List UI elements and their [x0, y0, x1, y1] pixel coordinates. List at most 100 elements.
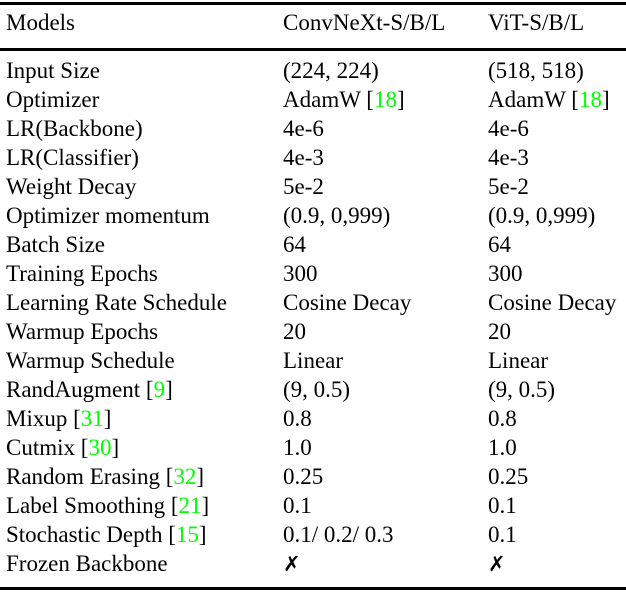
convnext-value-text: 0.25 [283, 464, 324, 489]
row-label: Training Epochs [0, 262, 277, 291]
citation-link[interactable]: 15 [176, 522, 199, 547]
citation-bracket-open: [ [73, 406, 81, 431]
citation-bracket-close: ] [103, 406, 112, 431]
citation-bracket-open: [ [571, 87, 579, 112]
vit-value-text: Linear [488, 348, 549, 373]
training-hyperparameters-table: Models ConvNeXt-S/B/L ViT-S/B/L Input Si… [0, 2, 626, 610]
table-body: Input Size (224, 224) (518, 518) Optimizer A… [0, 48, 626, 587]
table-bottom-rule [0, 587, 626, 590]
row-label-text: Training Epochs [6, 261, 158, 286]
row-label: Random Erasing [32] [0, 465, 277, 494]
convnext-value: 0.1 [277, 494, 482, 523]
convnext-value: Cosine Decay [277, 291, 482, 320]
convnext-value: (224, 224) [277, 48, 482, 88]
vit-value: 4e-3 [482, 146, 626, 175]
vit-value: Linear [482, 349, 626, 378]
vit-value-text: 4e-3 [488, 145, 529, 170]
vit-value-text: 0.1 [488, 493, 517, 518]
citation-bracket-open: [ [170, 493, 179, 518]
row-label: LR(Backbone) [0, 117, 277, 146]
vit-value: 4e-6 [482, 117, 626, 146]
table-header: Models ConvNeXt-S/B/L ViT-S/B/L [0, 5, 626, 48]
citation-link[interactable]: 30 [88, 435, 111, 460]
row-label-text: Input Size [6, 58, 100, 83]
vit-value: AdamW [18] [482, 88, 626, 117]
citation-link[interactable]: 21 [179, 493, 202, 518]
citation-bracket-close: ] [196, 464, 205, 489]
vit-value-text: ✗ [488, 552, 506, 576]
vit-value-text: (518, 518) [488, 58, 584, 83]
vit-value-text: 5e-2 [488, 174, 529, 199]
convnext-value: AdamW [18] [277, 88, 482, 117]
vit-value-text: 0.1 [488, 522, 517, 547]
convnext-value: 0.8 [277, 407, 482, 436]
row-label-text: LR(Backbone) [6, 116, 143, 141]
citation-link[interactable]: 18 [374, 87, 397, 112]
vit-value-text: Cosine Decay [488, 290, 617, 315]
vit-value: ✗ [482, 552, 626, 587]
vit-value: Cosine Decay [482, 291, 626, 320]
table-row: Training Epochs 300 300 [0, 262, 626, 291]
citation-bracket-close: ] [198, 522, 207, 547]
vit-value: 0.1 [482, 494, 626, 523]
convnext-value: 300 [277, 262, 482, 291]
table-row: Warmup Schedule Linear Linear [0, 349, 626, 378]
row-label: Stochastic Depth [15] [0, 523, 277, 552]
column-header-vit: ViT-S/B/L [488, 10, 585, 35]
row-label-text: Learning Rate Schedule [6, 290, 227, 315]
table-row: Optimizer AdamW [18] AdamW [18] [0, 88, 626, 117]
row-label: LR(Classifier) [0, 146, 277, 175]
row-label: Frozen Backbone [0, 552, 277, 587]
row-label: Optimizer [0, 88, 277, 117]
vit-value: 0.8 [482, 407, 626, 436]
table-row: Learning Rate Schedule Cosine Decay Cosine… [0, 291, 626, 320]
table-row: LR(Backbone) 4e-6 4e-6 [0, 117, 626, 146]
row-label-text: LR(Classifier) [6, 145, 139, 170]
citation-link[interactable]: 31 [81, 406, 104, 431]
row-label-text: Weight Decay [6, 174, 137, 199]
column-header-models: Models [6, 10, 75, 35]
citation-bracket-close: ] [201, 493, 210, 518]
convnext-value-text: 0.1 [283, 493, 312, 518]
convnext-value-text: (224, 224) [283, 58, 379, 83]
convnext-value-text: 0.1/ 0.2/ 0.3 [283, 522, 394, 547]
vit-value-text: 0.25 [488, 464, 529, 489]
table-row: LR(Classifier) 4e-3 4e-3 [0, 146, 626, 175]
row-label: Label Smoothing [21] [0, 494, 277, 523]
table-row: Warmup Epochs 20 20 [0, 320, 626, 349]
row-label: RandAugment [9] [0, 378, 277, 407]
table-row: RandAugment [9] (9, 0.5) (9, 0.5) [0, 378, 626, 407]
row-label-text: Warmup Epochs [6, 319, 159, 344]
row-label: Learning Rate Schedule [0, 291, 277, 320]
column-header-convnext: ConvNeXt-S/B/L [283, 10, 446, 35]
convnext-value-text: 64 [283, 232, 306, 257]
convnext-value: Linear [277, 349, 482, 378]
convnext-value-text: 0.8 [283, 406, 312, 431]
row-label: Input Size [0, 48, 277, 88]
vit-value-text: 300 [488, 261, 523, 286]
citation-bracket-close: ] [396, 87, 405, 112]
row-label: Warmup Epochs [0, 320, 277, 349]
convnext-value-text: (9, 0.5) [283, 377, 351, 402]
citation-bracket-close: ] [601, 87, 610, 112]
citation-bracket-open: [ [366, 87, 374, 112]
vit-value: 1.0 [482, 436, 626, 465]
citation-link[interactable]: 32 [173, 464, 196, 489]
convnext-value: 20 [277, 320, 482, 349]
vit-value: 300 [482, 262, 626, 291]
vit-value-text: 64 [488, 232, 511, 257]
citation-link[interactable]: 9 [154, 377, 166, 402]
table-row: Batch Size 64 64 [0, 233, 626, 262]
vit-value: (9, 0.5) [482, 378, 626, 407]
row-label-text: Mixup [6, 406, 68, 431]
table-row: Optimizer momentum (0.9, 0,999) (0.9, 0,99… [0, 204, 626, 233]
header-row: Models ConvNeXt-S/B/L ViT-S/B/L [0, 5, 626, 48]
citation-link[interactable]: 18 [579, 87, 602, 112]
table-row: Frozen Backbone ✗ ✗ [0, 552, 626, 587]
vit-value: 0.1 [482, 523, 626, 552]
row-label-text: Random Erasing [6, 464, 160, 489]
row-label-text: Label Smoothing [6, 493, 166, 518]
vit-value: 64 [482, 233, 626, 262]
convnext-value-text: 300 [283, 261, 318, 286]
row-label-text: Optimizer momentum [6, 203, 210, 228]
